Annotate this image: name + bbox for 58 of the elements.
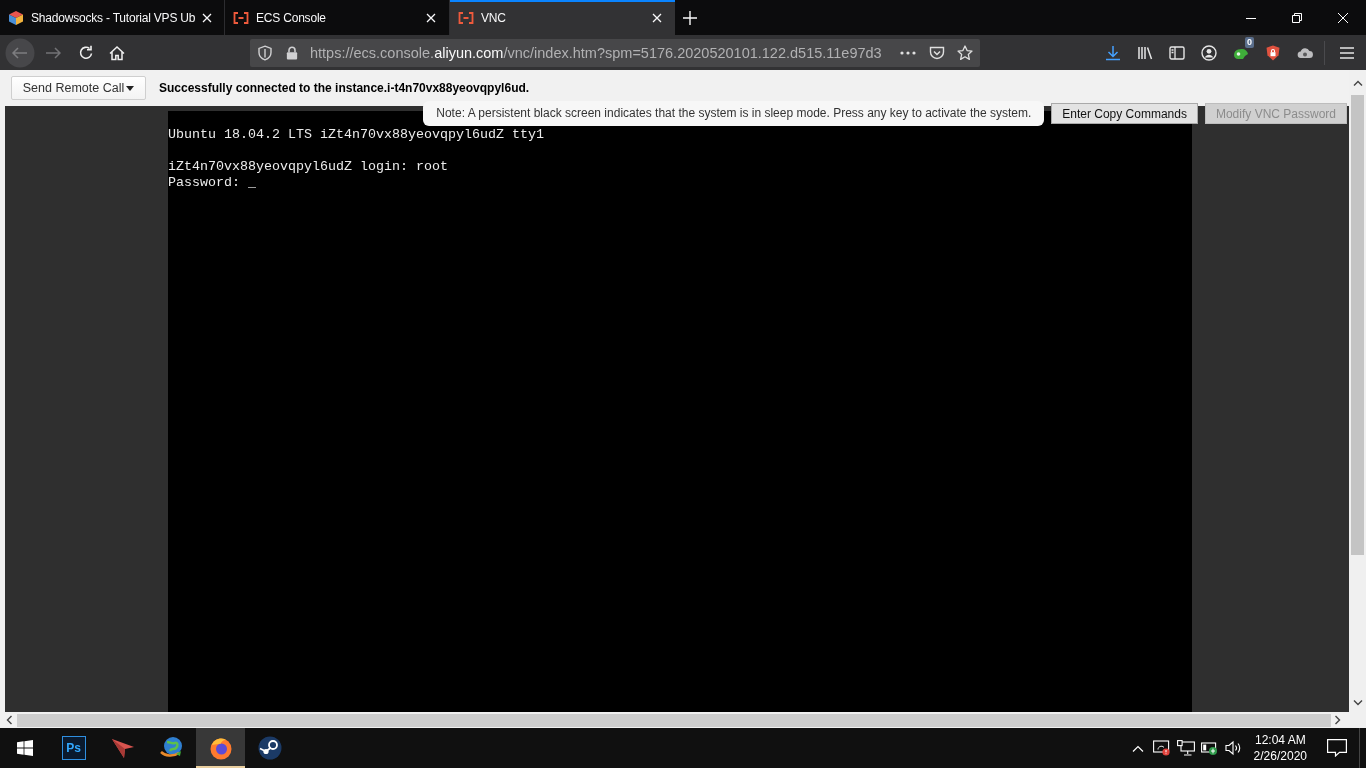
notification-icon[interactable] xyxy=(1327,739,1347,757)
send-remote-call-button[interactable]: Send Remote Call xyxy=(11,76,146,100)
scrollbar-thumb[interactable] xyxy=(1351,95,1364,555)
scroll-up-icon[interactable] xyxy=(1352,80,1363,86)
vertical-scrollbar[interactable] xyxy=(1349,70,1366,712)
taskbar-button[interactable] xyxy=(196,728,245,768)
clock-date[interactable]: 2/26/2020 xyxy=(1253,748,1307,764)
cube-icon xyxy=(8,9,24,26)
download-icon[interactable] xyxy=(1105,44,1121,61)
back-icon[interactable] xyxy=(5,37,35,68)
chevron-up-icon[interactable] xyxy=(1131,744,1144,752)
reload-icon[interactable] xyxy=(78,44,94,61)
library-icon[interactable] xyxy=(1137,44,1153,61)
terminal-line: iZt4n70vx88yeovqpyl6udZ login: root xyxy=(168,159,448,175)
caret-icon xyxy=(126,85,135,91)
shield-icon[interactable] xyxy=(257,44,273,61)
shield-lock-icon[interactable] xyxy=(1265,44,1281,61)
star-icon[interactable] xyxy=(957,44,973,61)
extension-badge: 0 xyxy=(1245,36,1254,48)
close-icon[interactable] xyxy=(202,12,213,23)
network-icon[interactable] xyxy=(1176,740,1195,756)
close-icon[interactable] xyxy=(426,12,436,23)
paper-plane-icon xyxy=(110,736,135,760)
bracket-logo-icon xyxy=(458,9,474,26)
scroll-left-icon[interactable] xyxy=(6,715,12,725)
monitor-alert-icon[interactable] xyxy=(1152,740,1171,756)
globe-icon xyxy=(159,736,184,760)
more-icon[interactable] xyxy=(900,50,916,55)
menu-icon[interactable] xyxy=(1339,44,1355,61)
browser-tab[interactable]: VNC xyxy=(450,0,675,35)
sidebar-icon[interactable] xyxy=(1169,44,1185,61)
round-app-icon xyxy=(257,736,282,760)
sleep-mode-note: Note: A persistent black screen indicates that the system is in sleep mode. Press any key to activate the system. xyxy=(423,101,1045,126)
forward-icon[interactable] xyxy=(45,44,61,61)
lock-icon[interactable] xyxy=(286,45,298,60)
restore-icon[interactable] xyxy=(1292,12,1302,23)
flame-globe-icon xyxy=(208,736,233,760)
address-bar[interactable]: https://ecs.console.aliyun.com/vnc/index.htm?spm=5176.2020520101.122.d515.11e97d3 xyxy=(250,38,980,67)
url-text[interactable]: https://ecs.console.aliyun.com/vnc/index.htm?spm=5176.2020520101.122.d515.11e97d3 xyxy=(310,44,882,61)
scroll-down-icon[interactable] xyxy=(1352,700,1363,706)
scroll-right-icon[interactable] xyxy=(1335,715,1341,725)
clock-time[interactable]: 12:04 AM xyxy=(1254,732,1306,748)
close-icon[interactable] xyxy=(652,12,662,23)
ps-app-icon: Ps xyxy=(61,736,86,760)
pocket-icon[interactable] xyxy=(929,44,945,61)
bracket-logo-icon xyxy=(233,9,249,26)
connection-status: Successfully connected to the instance.i-t4n70vx88yeovqpyl6ud. xyxy=(159,81,530,95)
terminal-line: Password: _ xyxy=(168,175,257,191)
volume-icon[interactable] xyxy=(1224,740,1243,756)
terminal-line: Ubuntu 18.04.2 LTS iZt4n70vx88yeovqpyl6udZ tty1 xyxy=(168,127,544,143)
battery-icon[interactable] xyxy=(1200,740,1219,756)
windows-logo-icon xyxy=(16,740,33,756)
taskbar-button[interactable]: Ps xyxy=(49,728,98,768)
console-button[interactable]: Enter Copy Commands xyxy=(1051,103,1198,124)
plus-icon[interactable] xyxy=(683,10,697,25)
account-icon[interactable] xyxy=(1201,44,1217,61)
home-icon[interactable] xyxy=(109,44,125,61)
scrollbar-thumb[interactable] xyxy=(17,713,1331,727)
